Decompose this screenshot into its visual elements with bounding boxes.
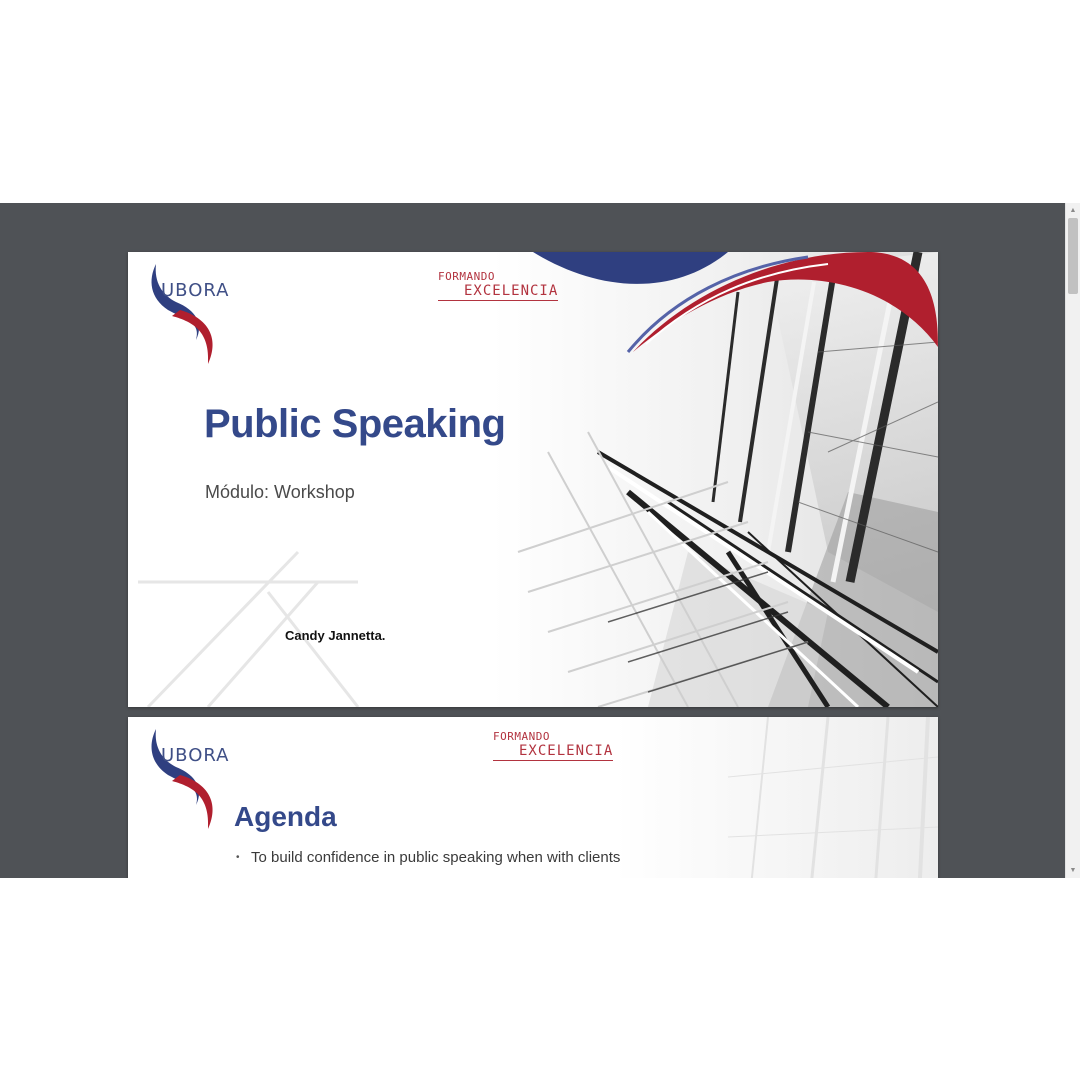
architecture-background-image: [128, 252, 938, 707]
agenda-title: Agenda: [234, 801, 337, 832]
scroll-thumb[interactable]: [1068, 218, 1078, 294]
bullet-icon: •: [236, 852, 240, 863]
logo-text: UBORA: [161, 280, 230, 301]
slide-title: UBORA FORMANDO EXCELENCIA Public Speakin…: [128, 252, 938, 707]
brand-bottom-text: EXCELENCIA: [493, 743, 614, 761]
vertical-scrollbar[interactable]: ▲ ▼: [1065, 203, 1080, 878]
agenda-list: • To build confidence in public speaking …: [236, 849, 620, 866]
logo-swoosh-icon: [151, 264, 213, 364]
list-item: • To build confidence in public speaking …: [236, 849, 620, 866]
list-item-text: To build confidence in public speaking w…: [251, 849, 621, 866]
slide-subtitle-text: Módulo: Workshop: [205, 482, 355, 502]
brand-bottom-text: EXCELENCIA: [438, 283, 559, 301]
logo-text: UBORA: [161, 745, 230, 766]
slide-agenda: UBORA FORMANDO EXCELENCIA Agenda • To bui…: [128, 717, 938, 878]
ubora-logo: UBORA: [146, 260, 241, 365]
formando-excelencia-brand: FORMANDO EXCELENCIA: [438, 270, 559, 301]
document-viewer[interactable]: UBORA FORMANDO EXCELENCIA Public Speakin…: [0, 203, 1080, 878]
brand-top-text: FORMANDO: [438, 270, 495, 283]
formando-excelencia-brand: FORMANDO EXCELENCIA: [493, 730, 614, 761]
scroll-down-icon[interactable]: ▼: [1066, 863, 1080, 878]
ubora-logo: UBORA: [146, 725, 241, 830]
slide-title-text: Public Speaking: [204, 402, 506, 446]
presenter-name: Candy Jannetta.: [285, 628, 386, 643]
brand-top-text: FORMANDO: [493, 730, 550, 743]
scroll-up-icon[interactable]: ▲: [1066, 203, 1080, 218]
logo-swoosh-icon: [151, 729, 213, 829]
